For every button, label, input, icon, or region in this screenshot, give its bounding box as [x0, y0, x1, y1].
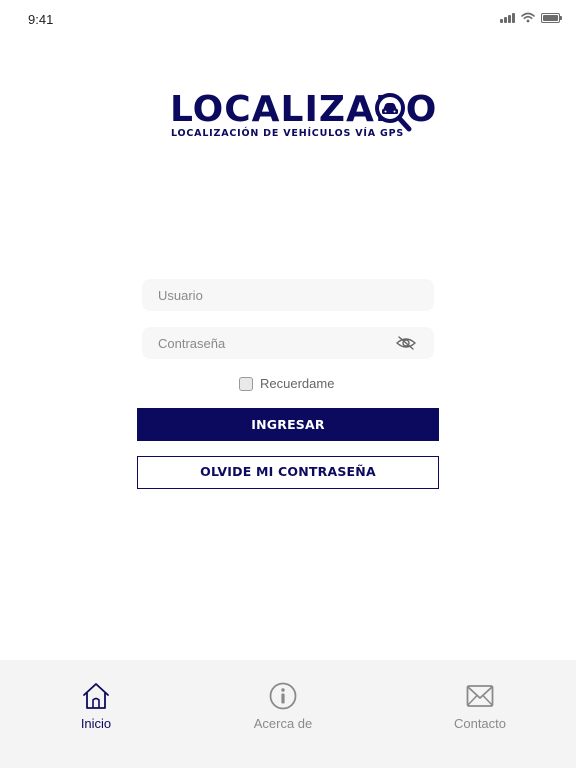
status-bar: 9:41 — [0, 0, 576, 40]
remember-label: Recuerdame — [260, 376, 335, 391]
status-icons — [500, 12, 562, 23]
wifi-icon — [521, 12, 535, 23]
username-field-container — [142, 279, 434, 311]
tab-acerca-de[interactable]: Acerca de — [223, 682, 343, 731]
logo-tagline: LOCALIZACIÓN DE VEHÍCULOS VÍA GPS — [171, 128, 404, 139]
username-input[interactable] — [142, 279, 434, 311]
tab-contacto[interactable]: Contacto — [420, 682, 540, 731]
remember-me[interactable]: Recuerdame — [239, 376, 334, 391]
home-icon — [83, 683, 109, 709]
login-button[interactable]: INGRESAR — [137, 408, 439, 441]
tab-bar: Inicio Acerca de Contacto — [0, 660, 576, 768]
eye-slash-icon[interactable] — [396, 336, 416, 350]
mail-icon — [466, 685, 494, 707]
tab-acerca-de-label: Acerca de — [253, 716, 313, 731]
info-icon — [269, 682, 297, 710]
remember-checkbox[interactable] — [239, 376, 253, 391]
forgot-password-button[interactable]: OLVIDE MI CONTRASEÑA — [137, 456, 439, 489]
tab-contacto-label: Contacto — [453, 716, 507, 731]
brand-logo: LOCALIZADO LOCALIZACIÓN DE VEHÍCULOS VÍA… — [168, 92, 436, 142]
password-input[interactable] — [142, 327, 434, 359]
tab-inicio[interactable]: Inicio — [36, 682, 156, 731]
status-time: 9:41 — [28, 12, 54, 27]
password-field-container — [142, 327, 434, 359]
signal-icon — [500, 12, 515, 23]
battery-icon — [541, 12, 562, 23]
tab-inicio-label: Inicio — [80, 716, 112, 731]
